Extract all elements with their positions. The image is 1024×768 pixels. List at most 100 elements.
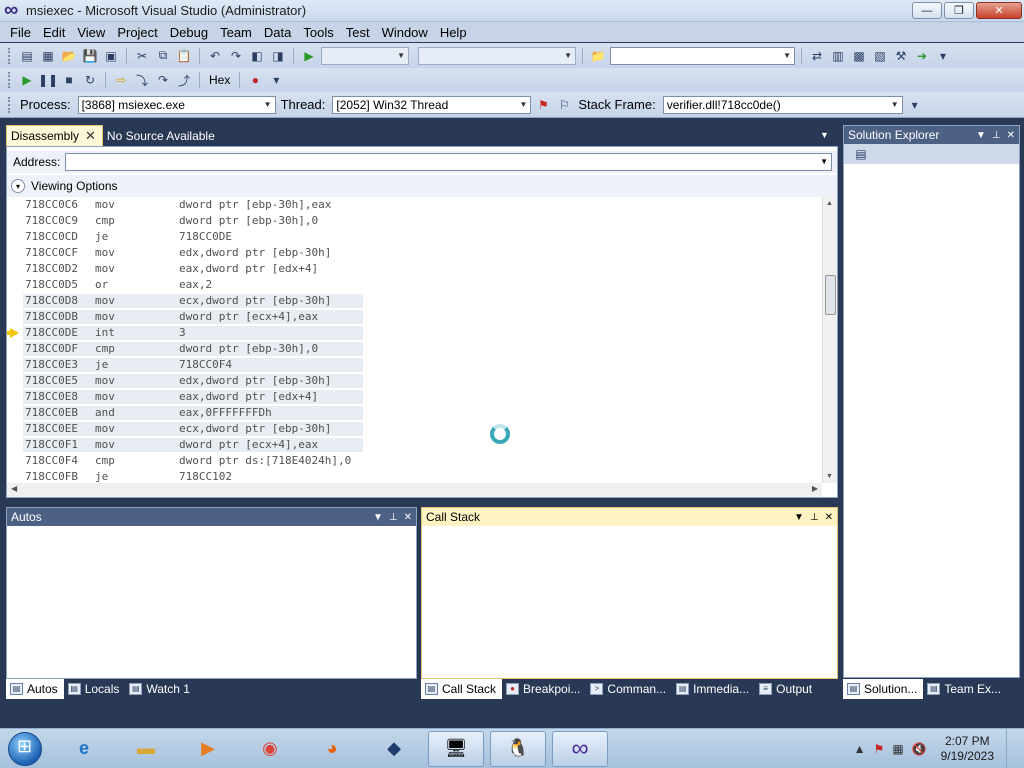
vertical-scrollbar[interactable]: ▲ ▼ — [822, 197, 837, 483]
paste-icon[interactable]: 📋 — [175, 47, 193, 65]
window-position-icon[interactable]: ▼ — [794, 512, 804, 523]
pin-icon[interactable]: ⊥ — [992, 130, 1001, 141]
disassembly-line[interactable]: 718CC0FB je 718CC102 — [7, 469, 822, 483]
menu-view[interactable]: View — [71, 25, 111, 40]
save-all-icon[interactable]: ▣ — [102, 47, 120, 65]
solution-explorer-icon[interactable]: ⇄ — [808, 47, 826, 65]
menu-window[interactable]: Window — [376, 25, 434, 40]
show-next-statement-icon[interactable]: ⇨ — [112, 71, 130, 89]
menu-edit[interactable]: Edit — [37, 25, 71, 40]
start-debugging-icon[interactable]: ▶ — [300, 47, 318, 65]
tools-icon[interactable]: ⚒ — [892, 47, 910, 65]
restart-icon[interactable]: ↻ — [81, 71, 99, 89]
menu-project[interactable]: Project — [111, 25, 163, 40]
toolbar-overflow-icon[interactable]: ▾ — [906, 96, 924, 114]
breakpoints-window-icon[interactable]: ● — [246, 71, 264, 89]
linux-app-icon[interactable]: 🐧 — [490, 730, 546, 767]
tab-autos[interactable]: ▤ Autos — [6, 679, 64, 699]
tab-output[interactable]: ≡ Output — [755, 679, 818, 699]
toolbox-icon[interactable]: ▧ — [871, 47, 889, 65]
tab-solution-explorer[interactable]: ▤ Solution... — [843, 679, 924, 699]
network-app-icon[interactable]: ◆ — [366, 731, 422, 767]
find-in-files-icon[interactable]: 📁 — [589, 47, 607, 65]
disassembly-line[interactable]: 718CC0F4 cmp dword ptr ds:[718E4024h],0 — [7, 453, 822, 469]
new-project-icon[interactable]: ▤ — [18, 47, 36, 65]
address-input[interactable]: ▼ — [65, 153, 832, 171]
disassembly-line[interactable]: 718CC0E5 mov edx,dword ptr [ebp-30h] — [7, 373, 822, 389]
disassembly-line[interactable]: 718CC0C9 cmp dword ptr [ebp-30h],0 — [7, 213, 822, 229]
scroll-left-icon[interactable]: ◀ — [11, 484, 17, 493]
minimize-button[interactable]: — — [912, 2, 942, 19]
toolbar-grip[interactable] — [8, 47, 12, 64]
menu-file[interactable]: File — [4, 25, 37, 40]
find-combo[interactable]: ▼ — [610, 46, 795, 65]
disassembly-line[interactable]: 718CC0F1 mov dword ptr [ecx+4],eax — [7, 437, 822, 453]
properties-icon[interactable]: ▥ — [829, 47, 847, 65]
clock[interactable]: 2:07 PM 9/19/2023 — [941, 734, 994, 764]
scroll-thumb[interactable] — [825, 275, 836, 315]
start-button[interactable] — [8, 731, 42, 766]
disassembly-line[interactable]: 718CC0EE mov ecx,dword ptr [ebp-30h] — [7, 421, 822, 437]
flag-icon[interactable]: ⚑ — [534, 96, 552, 114]
scroll-down-icon[interactable]: ▼ — [826, 473, 833, 480]
tab-team-explorer[interactable]: ▤ Team Ex... — [923, 679, 1007, 699]
continue-icon[interactable]: ▶ — [18, 71, 36, 89]
close-icon[interactable]: ✕ — [404, 512, 412, 523]
close-icon[interactable]: ✕ — [825, 512, 833, 523]
add-item-icon[interactable]: ▦ — [39, 47, 57, 65]
disassembly-line[interactable]: 718CC0EB and eax,0FFFFFFFDh — [7, 405, 822, 421]
volume-icon[interactable]: 🔇 — [912, 742, 927, 756]
menu-team[interactable]: Team — [214, 25, 258, 40]
cut-icon[interactable]: ✂ — [133, 47, 151, 65]
menu-debug[interactable]: Debug — [164, 25, 214, 40]
process-combo[interactable]: [3868] msiexec.exe ▼ — [77, 95, 276, 114]
menu-help[interactable]: Help — [434, 25, 473, 40]
disassembly-line[interactable]: 718CC0E3 je 718CC0F4 — [7, 357, 822, 373]
disassembly-line[interactable]: 718CC0C6 mov dword ptr [ebp-30h],eax — [7, 197, 822, 213]
chrome-icon[interactable]: ◉ — [242, 731, 298, 767]
tab-command-window[interactable]: > Comman... — [586, 679, 672, 699]
menu-tools[interactable]: Tools — [297, 25, 339, 40]
properties-icon[interactable]: ▤ — [852, 145, 870, 163]
dropdown-arrow-icon[interactable]: ▾ — [267, 71, 285, 89]
scroll-up-icon[interactable]: ▲ — [826, 200, 833, 207]
copy-icon[interactable]: ⧉ — [154, 47, 172, 65]
disassembly-line[interactable]: 718CC0CF mov edx,dword ptr [ebp-30h] — [7, 245, 822, 261]
solution-configuration-combo[interactable]: ▼ — [321, 46, 409, 65]
disassembly-line[interactable]: 718CC0D5 or eax,2 — [7, 277, 822, 293]
object-browser-icon[interactable]: ▩ — [850, 47, 868, 65]
media-player-icon[interactable]: ▶ — [180, 731, 236, 767]
expand-chevron-icon[interactable]: ▾ — [11, 179, 25, 193]
network-icon[interactable]: ▦ — [892, 742, 903, 756]
toolbar-grip[interactable] — [8, 72, 12, 88]
step-over-icon[interactable]: ↷ — [154, 71, 172, 89]
window-position-icon[interactable]: ▼ — [976, 130, 986, 141]
tab-locals[interactable]: ▤ Locals — [64, 679, 126, 699]
disassembly-line[interactable]: 718CC0D8 mov ecx,dword ptr [ebp-30h] — [7, 293, 822, 309]
close-icon[interactable]: ✕ — [1007, 130, 1015, 141]
tab-call-stack[interactable]: ▤ Call Stack — [421, 679, 503, 699]
disassembly-line[interactable]: 718CC0D2 mov eax,dword ptr [edx+4] — [7, 261, 822, 277]
navigate-backward-icon[interactable]: ◧ — [248, 47, 266, 65]
disassembly-line[interactable]: 718CC0DB mov dword ptr [ecx+4],eax — [7, 309, 822, 325]
disassembly-line[interactable]: 718CC0E8 mov eax,dword ptr [edx+4] — [7, 389, 822, 405]
restore-button[interactable]: ❐ — [944, 2, 974, 19]
tab-breakpoints[interactable]: ● Breakpoi... — [502, 679, 586, 699]
chevron-down-icon[interactable]: ▼ — [820, 157, 828, 166]
tab-immediate-window[interactable]: ▤ Immedia... — [672, 679, 755, 699]
solution-platform-combo[interactable]: ▼ — [418, 46, 576, 65]
break-all-icon[interactable]: ❚❚ — [38, 71, 58, 89]
disassembly-line[interactable]: 718CC0DF cmp dword ptr [ebp-30h],0 — [7, 341, 822, 357]
disassembly-line[interactable]: 718CC0CD je 718CC0DE — [7, 229, 822, 245]
pin-icon[interactable]: ⊥ — [810, 512, 819, 523]
redo-icon[interactable]: ↷ — [227, 47, 245, 65]
firefox-icon[interactable]: ◕ — [304, 731, 360, 767]
close-tab-icon[interactable]: ✕ — [85, 128, 96, 144]
setup-app-icon[interactable]: 🖥 — [428, 730, 484, 767]
pin-icon[interactable]: ⊥ — [389, 512, 398, 523]
show-hidden-icons-icon[interactable]: ▲ — [854, 742, 866, 756]
stack-frame-combo[interactable]: verifier.dll!718cc0de() ▼ — [662, 95, 903, 114]
start-page-icon[interactable]: ➜ — [913, 47, 931, 65]
toolbar-grip[interactable] — [8, 96, 12, 113]
window-position-icon[interactable]: ▼ — [373, 512, 383, 523]
